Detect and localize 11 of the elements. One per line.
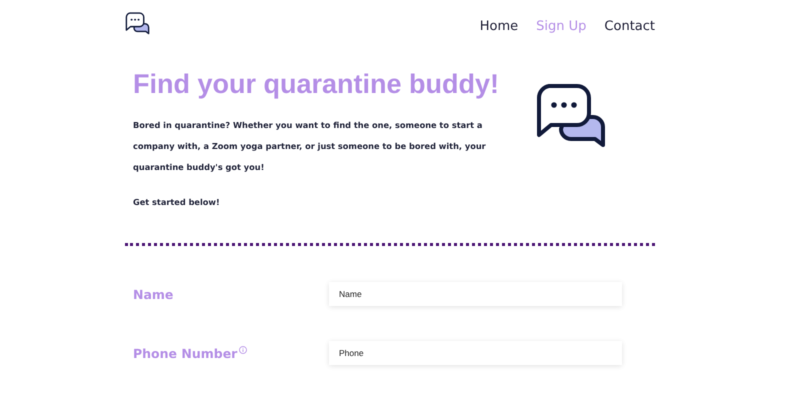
input-field[interactable]: Phone: [329, 341, 622, 365]
field-label: Phone Number: [133, 346, 238, 360]
chat-bubbles-icon: [535, 83, 607, 149]
intro-text: Bored in quarantine? Whether you want to find the one, someone to start a company with, a Zoom yoga partner, or just someone to be bored with, your quarantine buddy's got you!: [133, 119, 487, 174]
info-icon: [239, 346, 248, 354]
logo-icon: [125, 12, 150, 35]
intro-text: Get started below!: [133, 196, 221, 209]
nav-link[interactable]: Contact: [604, 19, 655, 34]
field-label: Name: [133, 286, 174, 302]
input-field[interactable]: Name: [329, 282, 622, 306]
nav-link[interactable]: Home: [480, 19, 518, 34]
